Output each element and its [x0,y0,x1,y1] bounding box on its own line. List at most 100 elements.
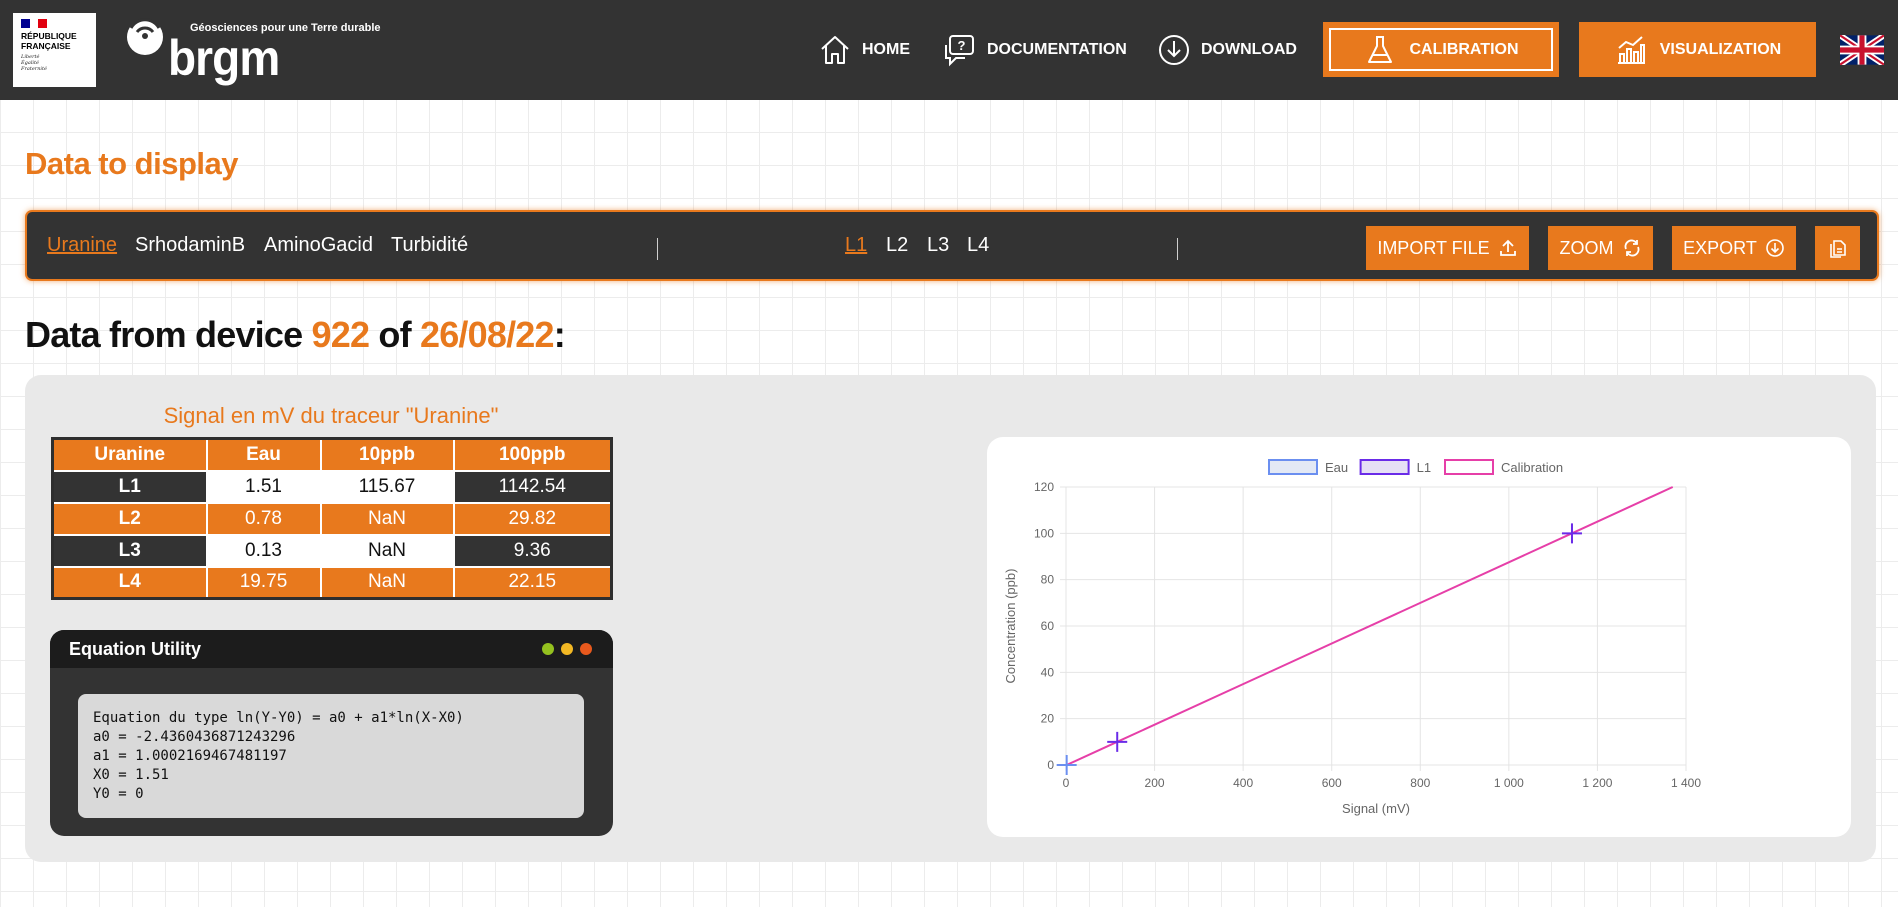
download-circle-icon [1766,239,1784,257]
equation-line: Equation du type ln(Y-Y0) = a0 + a1*ln(X… [93,710,464,726]
legend-label: L1 [1417,460,1431,475]
equation-line: Y0 = 0 [93,786,144,802]
table-cell: NaN [319,565,455,600]
calibration-chart-card: 0 200 400 600 800 1 000 1 200 1 400 0 20 40 60 80 100… [987,437,1851,837]
calibration-chart[interactable]: 0 200 400 600 800 1 000 1 200 1 400 0 20 40 60 80 100… [987,437,1851,837]
nav-visualization-button[interactable]: VISUALIZATION [1579,22,1816,77]
equation-utility-title: Equation Utility [69,638,201,659]
table-cell: L4 [51,565,208,600]
table-cell: 0.78 [205,501,322,536]
y-tick-label: 80 [1041,573,1055,587]
french-flag-icon [21,19,48,28]
x-tick-label: 200 [1145,776,1165,790]
equation-line: a1 = 1.0002169467481197 [93,748,287,764]
table-header: Uranine [51,437,208,472]
scatter-point-l1 [1107,731,1128,752]
legend-label: Calibration [1501,460,1563,475]
table-cell: L3 [51,533,208,568]
signal-table: Uranine Eau 10ppb 100ppb L1 1.51 115.67 … [51,437,613,600]
table-row: L4 19.75 NaN 22.15 [51,565,613,600]
table-cell: 115.67 [319,469,455,504]
toolbar-divider [657,238,658,260]
brgm-logo[interactable]: Géosciences pour une Terre durable brgm [122,12,381,90]
heading-prefix: Data from device [25,314,303,355]
x-tick-label: 800 [1410,776,1430,790]
table-cell: L2 [51,501,208,536]
nav-documentation[interactable]: ? DOCUMENTATION [943,0,1127,100]
y-tick-label: 20 [1041,712,1055,726]
nav-calibration-button[interactable]: CALIBRATION [1323,22,1559,77]
rf-motto-line-3: Fraternité [21,66,47,72]
zoom-button[interactable]: ZOOM [1548,226,1653,270]
rf-title-line-1: RÉPUBLIQUE [21,31,77,41]
device-number: 922 [311,314,370,355]
equation-code-block: Equation du type ln(Y-Y0) = a0 + a1*ln(X… [78,694,584,818]
signal-table-title: Signal en mV du traceur "Uranine" [163,403,499,428]
green-dot-icon [542,643,554,655]
equation-utility-window: Equation Utility Equation du type ln(Y-Y… [50,630,613,836]
download-icon [1159,35,1189,65]
table-header: 100ppb [452,437,613,472]
red-dot-icon [580,643,592,655]
y-tick-label: 100 [1034,526,1054,540]
nav-home-label: HOME [862,41,910,58]
toolbar-divider [1177,238,1178,260]
table-header: Eau [205,437,322,472]
nav-visualization-label: VISUALIZATION [1659,40,1782,58]
lunit-tab-l2[interactable]: L2 [886,234,908,257]
equation-line: a0 = -2.4360436871243296 [93,729,296,745]
device-heading: Data from device 922 of 26/08/22: [25,314,566,356]
import-file-button[interactable]: IMPORT FILE [1366,226,1529,270]
brgm-circle-icon [127,18,163,55]
document-copy-icon [1829,240,1846,258]
table-cell: 19.75 [205,565,322,600]
table-cell: 29.82 [452,501,613,536]
tracer-tab-turbidite[interactable]: Turbidité [391,234,468,257]
lunit-tab-l4[interactable]: L4 [967,234,989,257]
nav-download-label: DOWNLOAD [1201,41,1297,58]
nav-download[interactable]: DOWNLOAD [1157,0,1297,100]
calibration-button-border [1329,28,1553,71]
uk-flag-icon[interactable] [1840,35,1884,65]
heading-suffix: : [553,314,566,355]
scatter-point-eau [1056,755,1077,775]
top-bar: RÉPUBLIQUE FRANÇAISE Liberté Égalité Fra… [0,0,1898,100]
lunit-tab-l1[interactable]: L1 [845,234,867,257]
y-tick-label: 0 [1047,758,1054,772]
table-cell: 22.15 [452,565,613,600]
x-tick-label: 1 200 [1582,776,1612,790]
tracer-tab-uranine[interactable]: Uranine [47,234,117,257]
y-tick-label: 60 [1041,619,1055,633]
table-cell: 1142.54 [452,469,613,504]
x-tick-label: 400 [1233,776,1253,790]
chart-icon [1617,35,1645,64]
table-header: 10ppb [319,437,455,472]
device-date: 26/08/22 [419,314,555,355]
nav-home[interactable]: HOME [818,0,910,100]
x-tick-label: 1 400 [1671,776,1701,790]
table-cell: NaN [319,501,455,536]
export-label: EXPORT [1683,237,1757,258]
tracer-tab-srhodaminb[interactable]: SrhodaminB [135,234,245,257]
scatter-point-l1 [1561,523,1582,544]
yellow-dot-icon [561,643,573,655]
copy-document-button[interactable] [1815,226,1860,270]
nav-documentation-label: DOCUMENTATION [987,41,1127,58]
table-row: L3 0.13 NaN 9.36 [51,533,613,568]
x-axis-label: Signal (mV) [1342,801,1410,816]
export-button[interactable]: EXPORT [1672,226,1796,270]
rf-title-line-2: FRANÇAISE [21,41,71,51]
x-tick-label: 1 000 [1494,776,1524,790]
brgm-wordmark: brgm [168,30,280,86]
data-toolbar: Uranine SrhodaminB AminoGacid Turbidité … [25,210,1879,281]
y-tick-label: 40 [1041,665,1055,679]
table-cell: 1.51 [205,469,322,504]
lunit-tab-l3[interactable]: L3 [927,234,949,257]
home-icon [821,36,849,64]
legend-swatch-calibration [1444,459,1494,475]
table-cell: 9.36 [452,533,613,568]
svg-text:?: ? [958,38,966,53]
tracer-tab-aminogacid[interactable]: AminoGacid [264,234,373,257]
republique-francaise-logo[interactable]: RÉPUBLIQUE FRANÇAISE Liberté Égalité Fra… [13,13,96,87]
legend-swatch-eau [1268,459,1318,475]
